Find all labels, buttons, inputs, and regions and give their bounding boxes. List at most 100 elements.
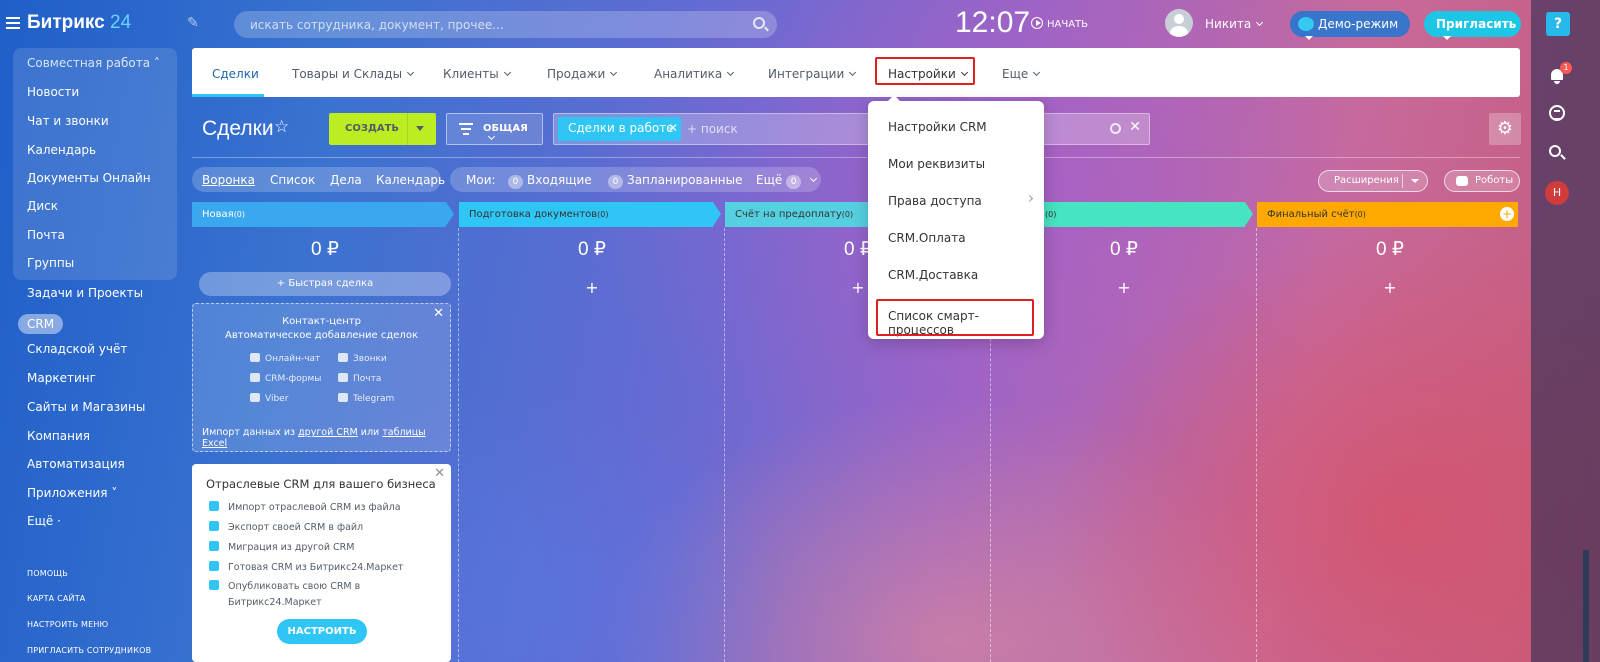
sidebar-configure-menu-link[interactable]: НАСТРОИТЬ МЕНЮ xyxy=(27,620,108,629)
channel-open-chat[interactable]: Онлайн-чат xyxy=(250,353,320,364)
view-calendar[interactable]: Календарь xyxy=(376,173,445,187)
tab-analytics[interactable]: Аналитика xyxy=(654,67,733,81)
sidebar-sitemap-link[interactable]: КАРТА САЙТА xyxy=(27,594,85,603)
filter-placeholder: + поиск xyxy=(687,122,738,136)
create-button[interactable]: СОЗДАТЬ xyxy=(329,113,436,145)
stage-header[interactable]: Финальный счёт(0) + xyxy=(1257,202,1518,227)
sidebar-item-mail[interactable]: Почта xyxy=(27,228,65,242)
industry-item[interactable]: Миграция из другой CRM xyxy=(228,542,354,553)
sidebar-item-sites[interactable]: Сайты и Магазины xyxy=(27,400,145,414)
industry-item-continued[interactable]: Битрикс24.Маркет xyxy=(228,597,322,608)
channel-viber[interactable]: Viber xyxy=(250,393,288,404)
notification-badge: 1 xyxy=(1560,62,1572,74)
sidebar-item-calendar[interactable]: Календарь xyxy=(27,143,96,157)
scrollbar[interactable] xyxy=(1583,550,1589,662)
bell-icon[interactable]: 1 xyxy=(1545,62,1572,88)
create-dropdown-icon[interactable] xyxy=(416,126,424,131)
search-icon[interactable] xyxy=(753,17,765,29)
add-stage-icon[interactable]: + xyxy=(1500,207,1514,221)
sidebar-item-more[interactable]: Ещё · xyxy=(27,514,61,528)
menu-icon[interactable] xyxy=(6,17,20,29)
panel-search-icon[interactable] xyxy=(1545,142,1569,166)
gear-icon[interactable]: ⚙ xyxy=(1489,113,1521,145)
invite-button[interactable]: Пригласить xyxy=(1424,11,1521,37)
stage-header[interactable]: Подготовка документов(0) xyxy=(459,202,721,227)
sidebar-item-tasks[interactable]: Задачи и Проекты xyxy=(27,286,143,300)
sidebar-item-groups[interactable]: Группы xyxy=(27,256,74,270)
menu-item-my-details[interactable]: Мои реквизиты xyxy=(888,157,985,171)
sidebar-item-crm[interactable]: CRM xyxy=(18,314,63,334)
telegram-icon xyxy=(338,393,348,402)
start-workday-button[interactable]: НАЧАТЬ xyxy=(1031,17,1088,30)
channel-telegram[interactable]: Telegram xyxy=(338,393,394,404)
sidebar-help-link[interactable]: ПОМОЩЬ xyxy=(27,569,68,578)
active-tab-indicator xyxy=(192,94,264,97)
quick-deal-button[interactable]: + Быстрая сделка xyxy=(199,272,451,296)
channel-crm-forms[interactable]: CRM-формы xyxy=(250,373,321,384)
user-avatar-small[interactable]: Н xyxy=(1545,181,1569,205)
import-other-crm-link[interactable]: другой CRM xyxy=(298,427,358,438)
logo-text: Битрикс xyxy=(27,12,105,33)
tab-deals[interactable]: Сделки xyxy=(212,67,259,81)
sidebar-item-apps[interactable]: Приложения ˅ xyxy=(27,486,117,500)
help-icon[interactable]: ? xyxy=(1546,12,1570,36)
import-icon xyxy=(209,501,219,511)
avatar[interactable] xyxy=(1165,9,1193,37)
sidebar-invite-link[interactable]: ПРИГЛАСИТЬ СОТРУДНИКОВ xyxy=(27,646,151,655)
filter-clear-icon[interactable]: ✕ xyxy=(1129,119,1141,135)
pipeline-select[interactable]: ОБЩАЯ xyxy=(446,113,543,145)
edit-icon[interactable]: ✎ xyxy=(187,15,199,31)
industry-item[interactable]: Импорт отраслевой CRM из файла xyxy=(228,502,401,513)
tab-products[interactable]: Товары и Склады xyxy=(292,67,413,81)
filter-search-icon[interactable] xyxy=(1110,123,1121,134)
industry-item[interactable]: Экспорт своей CRM в файл xyxy=(228,522,363,533)
sidebar-item-warehouse[interactable]: Складской учёт xyxy=(27,342,127,356)
sidebar-group-header[interactable]: Совместная работа ˄ xyxy=(27,56,160,70)
filter-tag[interactable]: Сделки в работе ✕ xyxy=(558,117,681,141)
view-funnel[interactable]: Воронка xyxy=(202,173,255,187)
menu-item-crm-settings[interactable]: Настройки CRM xyxy=(888,120,987,134)
counter-more[interactable]: Ещё 0 xyxy=(756,173,816,189)
menu-item-crm-payment[interactable]: CRM.Оплата xyxy=(888,231,966,245)
my-label: Мои: xyxy=(466,173,496,187)
tab-integrations[interactable]: Интеграции xyxy=(768,67,855,81)
sidebar-item-marketing[interactable]: Маркетинг xyxy=(27,371,96,385)
logo[interactable]: Битрикс 24 xyxy=(27,12,131,34)
clock: 12:07 xyxy=(955,6,1031,39)
chat-icon[interactable] xyxy=(1545,101,1569,125)
play-icon xyxy=(1031,17,1043,29)
tab-clients[interactable]: Клиенты xyxy=(443,67,510,81)
robots-button[interactable]: Роботы xyxy=(1444,170,1520,192)
sidebar-item-company[interactable]: Компания xyxy=(27,429,90,443)
demo-mode-button[interactable]: Демо-режим xyxy=(1290,11,1410,37)
filter-search[interactable]: Сделки в работе ✕ + поиск ✕ xyxy=(553,113,1150,145)
add-deal-icon[interactable]: + xyxy=(459,278,725,297)
configure-button[interactable]: НАСТРОИТЬ xyxy=(277,619,367,644)
extensions-button[interactable]: Расширения xyxy=(1318,170,1428,192)
sidebar-item-documents[interactable]: Документы Онлайн xyxy=(27,171,151,185)
menu-item-access-rights[interactable]: Права доступа xyxy=(888,194,982,208)
star-icon[interactable]: ☆ xyxy=(274,117,289,137)
view-list[interactable]: Список xyxy=(270,173,315,187)
view-activities[interactable]: Дела xyxy=(330,173,362,187)
sidebar-item-automation[interactable]: Автоматизация xyxy=(27,457,125,471)
sidebar-item-news[interactable]: Новости xyxy=(27,85,79,99)
menu-item-crm-delivery[interactable]: CRM.Доставка xyxy=(888,268,978,282)
filter-tag-close-icon[interactable]: ✕ xyxy=(668,121,678,135)
industry-item[interactable]: Опубликовать свою CRM в xyxy=(228,581,360,592)
tab-more[interactable]: Еще xyxy=(1002,67,1039,81)
channel-mail[interactable]: Почта xyxy=(338,373,381,384)
sidebar-item-chat[interactable]: Чат и звонки xyxy=(27,114,109,128)
add-deal-icon[interactable]: + xyxy=(1257,278,1523,297)
counter-planned[interactable]: 0 Запланированные xyxy=(608,173,743,189)
sidebar-item-disk[interactable]: Диск xyxy=(27,199,58,213)
counter-incoming[interactable]: 0 Входящие xyxy=(508,173,592,189)
stage-header[interactable]: Новая(0) xyxy=(192,202,454,227)
top-bar: Битрикс 24 ✎ 12:07 НАЧАТЬ Никита Демо-ре… xyxy=(0,0,1552,48)
channel-calls[interactable]: Звонки xyxy=(338,353,387,364)
close-icon[interactable]: ✕ xyxy=(434,466,445,481)
tab-sales[interactable]: Продажи xyxy=(547,67,616,81)
user-menu[interactable]: Никита xyxy=(1205,17,1262,31)
industry-item[interactable]: Готовая CRM из Битрикс24.Маркет xyxy=(228,562,403,573)
search-input[interactable] xyxy=(234,11,777,38)
